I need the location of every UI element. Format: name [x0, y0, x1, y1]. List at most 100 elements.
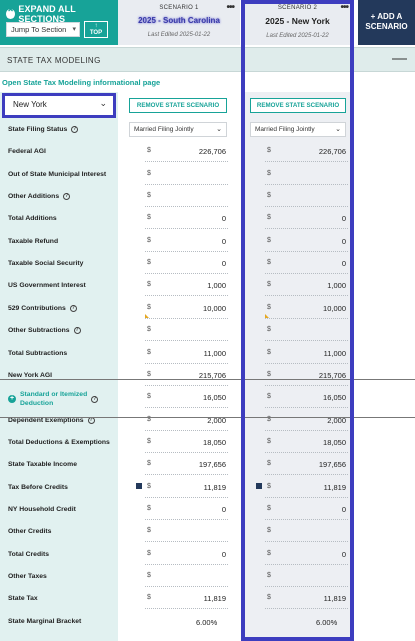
- value-input[interactable]: $: [265, 189, 348, 208]
- help-icon[interactable]: ?: [71, 126, 79, 133]
- filing-status-select[interactable]: Married Filing Jointly ⌄: [129, 122, 227, 137]
- help-icon[interactable]: ?: [73, 327, 81, 335]
- value-input[interactable]: $226,706: [265, 144, 348, 163]
- value-input[interactable]: $: [145, 569, 228, 587]
- value-input[interactable]: $11,819: [265, 591, 348, 610]
- value-input[interactable]: $0: [145, 256, 228, 275]
- value-input[interactable]: $0: [145, 547, 228, 565]
- value-input[interactable]: $2,000: [145, 413, 228, 431]
- row-label-text: State Filing Status: [8, 126, 68, 133]
- row-label: Federal AGI: [8, 148, 46, 155]
- value-text: 6.00%: [196, 617, 218, 627]
- row-label-text: Taxable Refund: [8, 237, 59, 245]
- value-input[interactable]: $18,050: [265, 435, 348, 453]
- value-input[interactable]: $16,050: [265, 390, 348, 409]
- state-select[interactable]: New York ⌄: [2, 93, 116, 118]
- row-label-text: Total Credits: [8, 550, 50, 558]
- value-input[interactable]: $18,050: [145, 435, 228, 453]
- value-input[interactable]: $: [145, 189, 228, 208]
- value-text: 0: [221, 236, 226, 246]
- value-input[interactable]: $: [145, 167, 228, 185]
- help-icon[interactable]: ?: [87, 416, 95, 424]
- value-input[interactable]: $2,000: [265, 413, 348, 431]
- value-input[interactable]: $: [145, 323, 228, 342]
- calculator-icon[interactable]: [256, 482, 262, 489]
- row-label: Total Additions: [8, 215, 57, 222]
- chevron-up-circle-icon: ⌃: [6, 8, 16, 19]
- value-input[interactable]: $: [265, 524, 348, 543]
- value-input[interactable]: $: [265, 167, 348, 185]
- value-input[interactable]: $0: [145, 502, 228, 520]
- help-icon[interactable]: ?: [91, 395, 99, 403]
- value-input[interactable]: $0: [265, 234, 348, 252]
- currency-symbol: $: [147, 572, 151, 579]
- value-input[interactable]: $0: [145, 234, 228, 252]
- value-input[interactable]: $10,000: [265, 301, 348, 319]
- row-label: State Taxable Income: [8, 461, 77, 468]
- calculator-icon[interactable]: [136, 482, 142, 489]
- value-input[interactable]: $11,000: [145, 346, 228, 364]
- chevron-down-icon: ⌄: [99, 98, 107, 108]
- value-input[interactable]: $0: [145, 211, 228, 230]
- value-input[interactable]: $: [265, 323, 348, 342]
- scenario-name: 2025 - South Carolina: [138, 16, 220, 25]
- value-input[interactable]: $197,656: [145, 457, 228, 476]
- help-icon[interactable]: ?: [69, 304, 77, 312]
- value-input[interactable]: $0: [265, 547, 348, 565]
- open-info-link[interactable]: Open State Tax Modeling informational pa…: [2, 78, 160, 87]
- row-label-text: Other Credits: [8, 528, 52, 536]
- back-to-top-button[interactable]: ↑ TOP: [84, 21, 108, 38]
- currency-symbol: $: [267, 572, 271, 579]
- row-label: Total Credits: [8, 551, 49, 558]
- value-input[interactable]: $215,706: [145, 368, 228, 386]
- section-header[interactable]: STATE TAX MODELING —: [0, 47, 415, 72]
- value-text: 0: [341, 504, 346, 514]
- note-flag-icon: [265, 313, 269, 318]
- row-divider: [0, 416, 415, 418]
- value-input[interactable]: $197,656: [265, 457, 348, 476]
- help-icon[interactable]: ?: [63, 193, 71, 201]
- value-input[interactable]: $: [145, 524, 228, 543]
- row-label: NY Household Credit: [8, 506, 76, 513]
- remove-state-scenario-button[interactable]: REMOVE STATE SCENARIO: [250, 98, 346, 113]
- currency-symbol: $: [147, 549, 151, 557]
- row-label: US Government Interest: [8, 282, 86, 289]
- value-input[interactable]: $0: [265, 256, 348, 275]
- scenario-1-header[interactable]: SCENARIO 1 ••• 2025 - South Carolina Las…: [118, 0, 240, 45]
- row-label-text: State Taxable Income: [8, 461, 78, 469]
- value-input[interactable]: $11,819: [256, 480, 348, 498]
- value-input[interactable]: $226,706: [145, 144, 228, 163]
- value-input[interactable]: $11,000: [265, 346, 348, 364]
- value-text: 10,000: [203, 303, 226, 313]
- filing-status-select[interactable]: Married Filing Jointly ⌄: [250, 122, 346, 137]
- value-input[interactable]: $11,819: [145, 591, 228, 610]
- value-input[interactable]: $10,000: [145, 301, 228, 319]
- value-input[interactable]: $11,819: [136, 480, 228, 498]
- value-input[interactable]: $1,000: [265, 278, 348, 297]
- value-input[interactable]: $0: [265, 502, 348, 520]
- currency-symbol: $: [267, 370, 271, 378]
- jump-to-section-select[interactable]: Jump To Section ▾: [6, 22, 80, 37]
- value-text: 18,050: [323, 437, 346, 447]
- remove-state-scenario-button[interactable]: REMOVE STATE SCENARIO: [129, 98, 227, 113]
- currency-symbol: $: [267, 281, 271, 289]
- value-text: 6.00%: [316, 617, 338, 627]
- plus-circle-icon[interactable]: +: [8, 395, 16, 404]
- add-scenario-button[interactable]: + ADD A SCENARIO: [358, 0, 415, 45]
- row-label-text: Total Subtractions: [8, 349, 68, 357]
- row-label-line: Standard or Itemized: [20, 391, 88, 399]
- scenario-2-header[interactable]: SCENARIO 2 ••• 2025 - New York Last Edit…: [241, 0, 354, 45]
- value-input[interactable]: $0: [265, 211, 348, 230]
- more-options-icon[interactable]: •••: [340, 2, 348, 13]
- state-select-value: New York: [13, 100, 47, 109]
- value-text: 0: [341, 236, 346, 246]
- value-input[interactable]: $: [265, 569, 348, 587]
- state-tax-modeling-page: ⌃ EXPAND ALL SECTIONS Jump To Section ▾ …: [0, 0, 415, 641]
- value-input[interactable]: $16,050: [145, 390, 228, 409]
- value-text: 197,656: [318, 460, 346, 470]
- value-input[interactable]: $1,000: [145, 278, 228, 297]
- more-options-icon[interactable]: •••: [226, 2, 234, 13]
- value-input[interactable]: $215,706: [265, 368, 348, 386]
- section-title: STATE TAX MODELING: [7, 56, 101, 65]
- minus-icon[interactable]: —: [392, 50, 407, 67]
